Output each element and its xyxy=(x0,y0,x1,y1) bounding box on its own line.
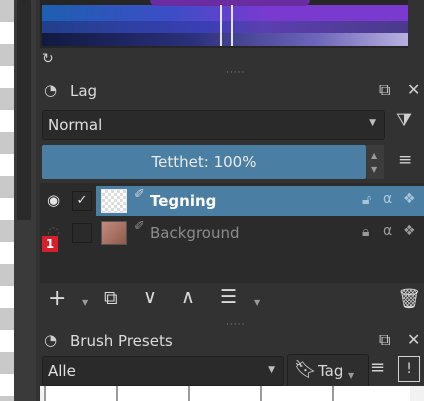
brush-preset-thumbnail[interactable] xyxy=(116,386,188,401)
chevron-down-icon: ▼ xyxy=(268,365,275,375)
layer-options-menu-icon[interactable]: ≡ xyxy=(398,150,420,170)
brush-preset-thumbnail[interactable] xyxy=(332,386,410,401)
tag-filter-select[interactable]: Alle ▼ xyxy=(42,356,284,386)
brush-presets-header: ◔ Brush Presets ⧉ ✕ xyxy=(40,328,424,356)
brush-preset-thumbnail[interactable] xyxy=(260,386,332,401)
layer-name: Background xyxy=(150,224,240,242)
chevron-down-icon[interactable]: ▼ xyxy=(82,298,88,307)
blend-mode-value: Normal xyxy=(48,116,103,134)
layers-panel-title: Lag xyxy=(70,82,98,100)
refresh-icon[interactable]: ↻ xyxy=(42,51,58,67)
layer-thumbnail xyxy=(101,189,127,213)
canvas-edge xyxy=(0,0,14,401)
lock-icon[interactable]: 🔓︎ xyxy=(362,192,371,208)
layer-properties-icon[interactable]: ☰ xyxy=(220,286,237,308)
float-panel-icon[interactable]: ⧉ xyxy=(379,80,390,100)
layers-panel-header: ◔ Lag ⧉ ✕ xyxy=(40,78,424,106)
layer-toolbar: + ▼ ⧉ ∨ ∧ ☰ ▼ 🗑︎ xyxy=(40,286,424,318)
chevron-down-icon[interactable]: ▼ xyxy=(254,298,260,307)
blend-mode-select[interactable]: Normal ▼ xyxy=(42,110,385,140)
add-layer-icon[interactable]: + xyxy=(48,286,66,311)
brush-info-icon[interactable]: ! xyxy=(398,356,420,382)
brush-presets-title: Brush Presets xyxy=(70,332,173,350)
tag-button-label: Tag xyxy=(318,362,344,380)
close-icon[interactable]: ✕ xyxy=(407,80,420,99)
value-gradient-bar[interactable] xyxy=(42,33,408,46)
brush-preset-thumbnail[interactable] xyxy=(188,386,260,401)
layers-panel-icon: ◔ xyxy=(44,81,58,99)
tag-button[interactable]: 🔖︎ Tag ▼ xyxy=(287,354,369,388)
alpha-icon[interactable]: α xyxy=(383,191,392,207)
eye-icon[interactable]: ◉ xyxy=(47,191,60,209)
paint-layer-icon: ✐ xyxy=(134,219,145,234)
delete-layer-icon[interactable]: 🗑︎ xyxy=(397,287,421,310)
paint-layer-icon: ✐ xyxy=(134,187,145,202)
brush-preset-thumbnail[interactable] xyxy=(44,386,116,401)
bookmark-icon: 🔖︎ xyxy=(294,359,317,380)
layer-thumbnail xyxy=(101,221,127,245)
move-layer-up-icon[interactable]: ∧ xyxy=(181,286,195,308)
filter-icon[interactable]: ⧩ xyxy=(396,110,420,138)
chevron-down-icon: ▼ xyxy=(369,118,376,128)
scrollbar-thumb[interactable] xyxy=(17,0,31,220)
layer-row[interactable]: ◌ ✐ Background 🔒︎ α ❖ xyxy=(40,218,424,248)
tag-filter-value: Alle xyxy=(48,362,76,380)
inherit-alpha-icon[interactable]: ❖ xyxy=(403,223,416,239)
float-panel-icon[interactable]: ⧉ xyxy=(379,330,390,350)
close-icon[interactable]: ✕ xyxy=(407,330,420,349)
duplicate-layer-icon[interactable]: ⧉ xyxy=(104,287,118,309)
color-wheel-edge xyxy=(150,0,310,6)
move-layer-down-icon[interactable]: ∨ xyxy=(143,286,157,308)
layer-checkbox[interactable] xyxy=(72,223,92,243)
alpha-icon[interactable]: α xyxy=(383,223,392,239)
hue-gradient-bar[interactable] xyxy=(42,5,408,21)
layer-name: Tegning xyxy=(150,192,217,210)
lock-icon[interactable]: 🔒︎ xyxy=(362,224,369,240)
saturation-gradient-bar[interactable] xyxy=(42,21,408,33)
opacity-label: Tetthet: 100% xyxy=(151,153,257,171)
inherit-alpha-icon[interactable]: ❖ xyxy=(403,191,416,207)
layer-checkbox[interactable]: ✓ xyxy=(72,191,92,211)
color-cursor-right[interactable] xyxy=(231,5,233,46)
layer-row[interactable]: ◉ ✓ ✐ Tegning 🔓︎ α ❖ xyxy=(40,186,424,216)
chevron-down-icon[interactable]: ▼ xyxy=(371,165,377,174)
chevron-down-icon: ▼ xyxy=(348,371,355,380)
chevron-up-icon[interactable]: ▲ xyxy=(371,151,377,160)
panel-grip[interactable]: ····· xyxy=(226,68,245,78)
color-cursor-left[interactable] xyxy=(220,5,222,46)
brush-options-menu-icon[interactable]: ≡ xyxy=(370,357,385,378)
notification-badge: 1 xyxy=(42,236,58,252)
opacity-spinner[interactable]: ▲ ▼ xyxy=(366,145,384,179)
brush-panel-icon: ◔ xyxy=(44,331,58,349)
